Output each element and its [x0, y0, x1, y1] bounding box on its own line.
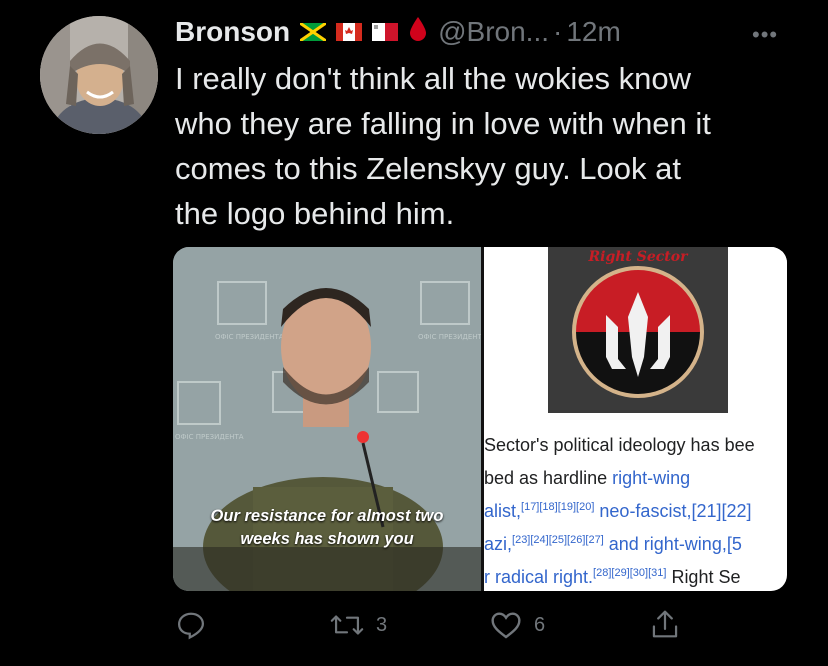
canada-flag-icon [336, 16, 363, 48]
heart-icon [491, 612, 521, 639]
wall-text-2: ОФІС ПРЕЗИДЕНТА [418, 333, 481, 341]
wiki-citation[interactable]: [17][18][19][20] [521, 501, 594, 513]
display-name[interactable]: Bronson [175, 16, 290, 48]
user-handle[interactable]: @Bron... [438, 16, 549, 48]
share-icon [652, 610, 678, 638]
right-sector-logo-image: Right Sector [484, 247, 787, 417]
malta-flag-icon [372, 16, 399, 48]
media-image-wiki[interactable]: Right Sector Sector's political ideology… [484, 247, 787, 591]
tweet-time[interactable]: 12m [566, 16, 620, 48]
retweet-icon [330, 615, 364, 635]
reply-icon [177, 612, 205, 640]
wiki-line-3: alist,[17][18][19][20] neo-fascist,[21][… [484, 495, 787, 528]
wiki-link-nationalist[interactable]: alist, [484, 501, 521, 521]
wall-text-1: ОФІС ПРЕЗИДЕНТА [215, 333, 284, 341]
more-dots-icon[interactable]: ••• [752, 22, 778, 48]
blood-drop-icon [408, 16, 428, 49]
caption-line-2: weeks has shown you [240, 530, 414, 548]
wiki-link-neo-fascist[interactable]: neo-fascist,[21][22] [594, 501, 751, 521]
tweet-text: I really don't think all the wokies know… [175, 61, 711, 231]
wall-text-3: ОФІС ПРЕЗИДЕНТА [175, 433, 244, 441]
separator-dot: · [553, 16, 563, 47]
retweet-count: 3 [376, 613, 388, 636]
wiki-citation[interactable]: [23][24][25][26][27] [512, 534, 604, 546]
avatar-photo [40, 16, 158, 134]
video-caption: Our resistance for almost two weeks has … [173, 505, 481, 551]
wiki-text-block: Sector's political ideology has bee bed … [484, 429, 787, 591]
retweet-button[interactable]: 3 [330, 610, 387, 640]
like-button[interactable]: 6 [490, 610, 545, 640]
wiki-link-right-wing-2[interactable]: and right-wing,[5 [604, 534, 742, 554]
jamaica-flag-icon [299, 16, 327, 48]
wiki-line-4: azi,[23][24][25][26][27] and right-wing,… [484, 528, 787, 561]
wiki-link-neo-nazi[interactable]: azi, [484, 534, 512, 554]
wiki-citation[interactable]: [28][29][30][31] [593, 567, 666, 579]
tweet-actions: 3 6 [0, 606, 828, 646]
banner-text: Right Sector [588, 249, 690, 265]
wiki-link-radical-right[interactable]: r radical right. [484, 567, 593, 587]
tweet-header: Bronson @Bron... · 12m [175, 12, 621, 52]
reply-button[interactable] [176, 610, 206, 640]
caption-line-1: Our resistance for almost two [210, 507, 444, 525]
wiki-line-2: bed as hardline right-wing [484, 468, 691, 488]
share-button[interactable] [650, 608, 680, 640]
wiki-line-1: Sector's political ideology has bee [484, 435, 755, 455]
wiki-line-5: r radical right.[28][29][30][31] Right S… [484, 567, 741, 587]
tweet-media[interactable]: ОФІС ПРЕЗИДЕНТА ОФІС ПРЕЗИДЕНТА ОФІС ПРЕ… [173, 247, 787, 591]
avatar[interactable] [40, 16, 158, 134]
media-image-zelensky[interactable]: ОФІС ПРЕЗИДЕНТА ОФІС ПРЕЗИДЕНТА ОФІС ПРЕ… [173, 247, 481, 591]
like-count: 6 [534, 613, 546, 636]
wiki-link-right-wing[interactable]: right-wing [612, 468, 690, 488]
